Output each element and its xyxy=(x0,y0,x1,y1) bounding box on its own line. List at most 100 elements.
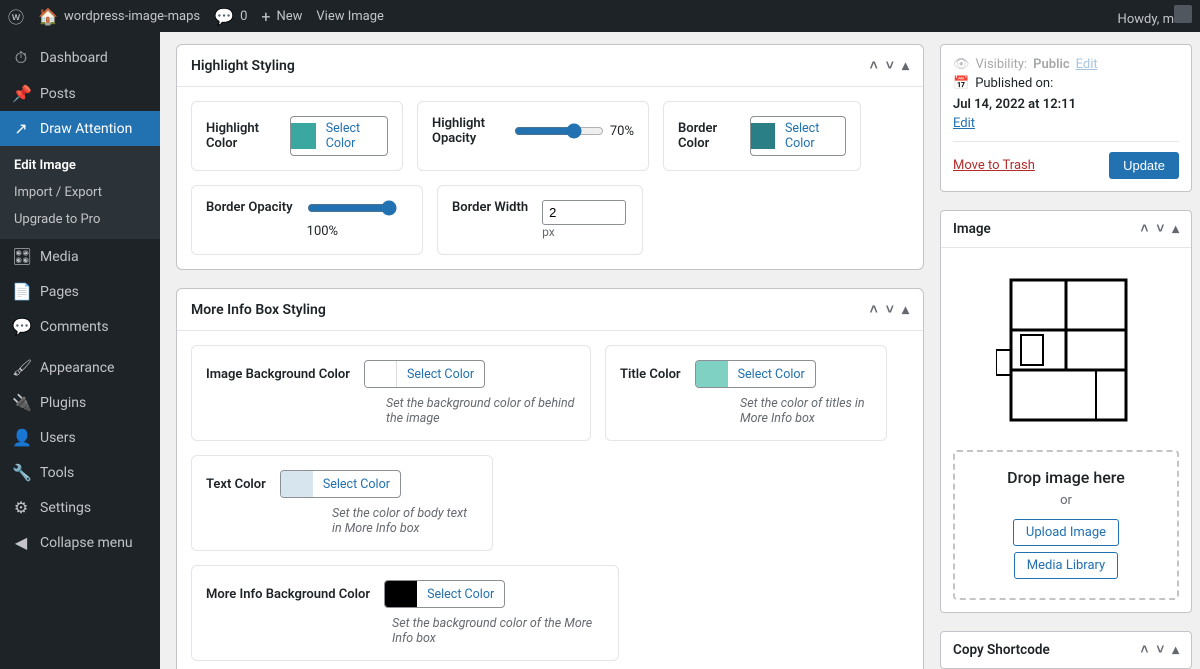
avatar xyxy=(1174,5,1192,23)
chevron-up-icon[interactable]: ˄ xyxy=(1140,221,1148,237)
caret-up-icon[interactable]: ▴ xyxy=(902,58,909,74)
title-color-picker[interactable]: Select Color xyxy=(695,360,816,388)
panel-highlight-styling: Highlight Styling ˄ ˅ ▴ Highlight Color xyxy=(176,44,924,270)
chevron-up-icon[interactable]: ˄ xyxy=(1140,642,1148,658)
panel-title: More Info Box Styling xyxy=(191,302,326,318)
calendar-icon: 📅 xyxy=(953,76,969,91)
panel-publish: 👁 Visibility: Public Edit 📅 Published on… xyxy=(940,44,1192,192)
howdy[interactable]: Howdy, m xyxy=(1118,5,1192,27)
date-edit[interactable]: Edit xyxy=(953,116,975,131)
border-width-input[interactable] xyxy=(542,200,626,225)
users-icon: 👤 xyxy=(12,428,30,447)
menu-comments[interactable]: 💬Comments xyxy=(0,309,160,344)
published-date: Jul 14, 2022 at 12:11 xyxy=(953,97,1076,112)
panel-title: Image xyxy=(953,221,991,237)
plus-icon: + xyxy=(261,7,270,26)
settings-icon: ⚙ xyxy=(12,498,30,517)
border-color-label: Border Color xyxy=(678,121,736,151)
visibility-edit[interactable]: Edit xyxy=(1076,57,1098,72)
admin-bar: ⓦ 🏠wordpress-image-maps 💬0 +New View Ima… xyxy=(0,0,1200,32)
highlight-opacity-value: 70% xyxy=(610,124,634,139)
chevron-down-icon[interactable]: ˅ xyxy=(1156,221,1164,237)
highlight-color-picker[interactable]: Select Color xyxy=(290,116,388,156)
wp-logo[interactable]: ⓦ xyxy=(8,4,24,28)
menu-media[interactable]: 🎛Media xyxy=(0,239,160,274)
text-color-picker[interactable]: Select Color xyxy=(280,470,401,498)
image-bg-label: Image Background Color xyxy=(206,367,350,382)
pointer-icon: ↗ xyxy=(12,119,30,138)
site-name[interactable]: 🏠wordpress-image-maps xyxy=(38,7,200,26)
dropzone-title: Drop image here xyxy=(965,468,1167,487)
comment-icon: 💬 xyxy=(214,7,234,26)
wrench-icon: 🔧 xyxy=(12,463,30,482)
visibility-icon: 👁 xyxy=(953,57,970,72)
chevron-down-icon[interactable]: ˅ xyxy=(1156,642,1164,658)
submenu-edit-image[interactable]: Edit Image xyxy=(0,152,160,179)
dropzone-or: or xyxy=(965,493,1167,508)
highlight-color-swatch xyxy=(291,123,315,149)
comments-icon: 💬 xyxy=(12,317,30,336)
brush-icon: 🖌 xyxy=(12,358,30,377)
highlight-opacity-slider[interactable] xyxy=(514,123,604,139)
menu-posts[interactable]: 📌Posts xyxy=(0,76,160,111)
chevron-up-icon[interactable]: ˄ xyxy=(870,57,878,74)
panel-title: Highlight Styling xyxy=(191,58,295,74)
title-color-swatch xyxy=(696,361,728,387)
menu-pages[interactable]: 📄Pages xyxy=(0,274,160,309)
image-dropzone[interactable]: Drop image here or Upload Image Media Li… xyxy=(953,450,1179,600)
submenu-import-export[interactable]: Import / Export xyxy=(0,179,160,206)
caret-up-icon[interactable]: ▴ xyxy=(1172,642,1179,658)
view-image[interactable]: View Image xyxy=(316,9,384,24)
image-bg-desc: Set the background color of behind the i… xyxy=(386,396,576,426)
caret-up-icon[interactable]: ▴ xyxy=(1172,221,1179,237)
menu-appearance[interactable]: 🖌Appearance xyxy=(0,350,160,385)
pin-icon: 📌 xyxy=(12,84,30,103)
moreinfo-bg-label: More Info Background Color xyxy=(206,587,370,602)
submenu-draw-attention: Edit Image Import / Export Upgrade to Pr… xyxy=(0,146,160,239)
menu-settings[interactable]: ⚙Settings xyxy=(0,490,160,525)
highlight-opacity-label: Highlight Opacity xyxy=(432,116,500,146)
image-preview[interactable] xyxy=(953,260,1179,440)
border-color-picker[interactable]: Select Color xyxy=(750,116,846,156)
border-opacity-slider[interactable] xyxy=(307,200,397,216)
chevron-up-icon[interactable]: ˄ xyxy=(870,301,878,318)
image-bg-picker[interactable]: Select Color xyxy=(364,360,485,388)
menu-dashboard[interactable]: ⏱Dashboard xyxy=(0,40,160,76)
new-content[interactable]: +New xyxy=(261,7,302,26)
media-library-button[interactable]: Media Library xyxy=(1014,552,1118,579)
menu-users[interactable]: 👤Users xyxy=(0,420,160,455)
home-icon: 🏠 xyxy=(38,7,58,26)
admin-sidebar: ⏱Dashboard 📌Posts ↗Draw Attention Edit I… xyxy=(0,32,160,669)
menu-draw-attention[interactable]: ↗Draw Attention xyxy=(0,111,160,146)
panel-moreinfo-styling: More Info Box Styling ˄ ˅ ▴ Image Backgr… xyxy=(176,288,924,669)
panel-image: Image ˄ ˅ ▴ xyxy=(940,210,1192,613)
text-color-desc: Set the color of body text in More Info … xyxy=(332,506,478,536)
submenu-upgrade[interactable]: Upgrade to Pro xyxy=(0,206,160,233)
menu-plugins[interactable]: 🔌Plugins xyxy=(0,385,160,420)
comments-link[interactable]: 💬0 xyxy=(214,7,247,26)
chevron-down-icon[interactable]: ˅ xyxy=(886,301,894,318)
menu-collapse[interactable]: ◀Collapse menu xyxy=(0,525,160,560)
caret-up-icon[interactable]: ▴ xyxy=(902,302,909,318)
moreinfo-bg-swatch xyxy=(385,581,417,607)
highlight-color-label: Highlight Color xyxy=(206,121,276,151)
upload-image-button[interactable]: Upload Image xyxy=(1013,519,1119,546)
panel-copy-shortcode: Copy Shortcode ˄ ˅ ▴ xyxy=(940,631,1192,669)
border-color-swatch xyxy=(751,123,775,149)
moreinfo-bg-desc: Set the background color of the More Inf… xyxy=(392,616,604,646)
dashboard-icon: ⏱ xyxy=(12,48,30,68)
chevron-down-icon[interactable]: ˅ xyxy=(886,57,894,74)
media-icon: 🎛 xyxy=(12,247,30,266)
title-color-desc: Set the color of titles in More Info box xyxy=(740,396,872,426)
move-to-trash[interactable]: Move to Trash xyxy=(953,158,1035,173)
border-opacity-value: 100% xyxy=(307,224,338,239)
title-color-label: Title Color xyxy=(620,367,681,382)
menu-tools[interactable]: 🔧Tools xyxy=(0,455,160,490)
border-width-label: Border Width xyxy=(452,200,528,215)
text-color-swatch xyxy=(281,471,313,497)
update-button[interactable]: Update xyxy=(1109,152,1179,179)
collapse-icon: ◀ xyxy=(12,533,30,552)
pages-icon: 📄 xyxy=(12,282,30,301)
moreinfo-bg-picker[interactable]: Select Color xyxy=(384,580,505,608)
panel-title: Copy Shortcode xyxy=(953,642,1050,658)
